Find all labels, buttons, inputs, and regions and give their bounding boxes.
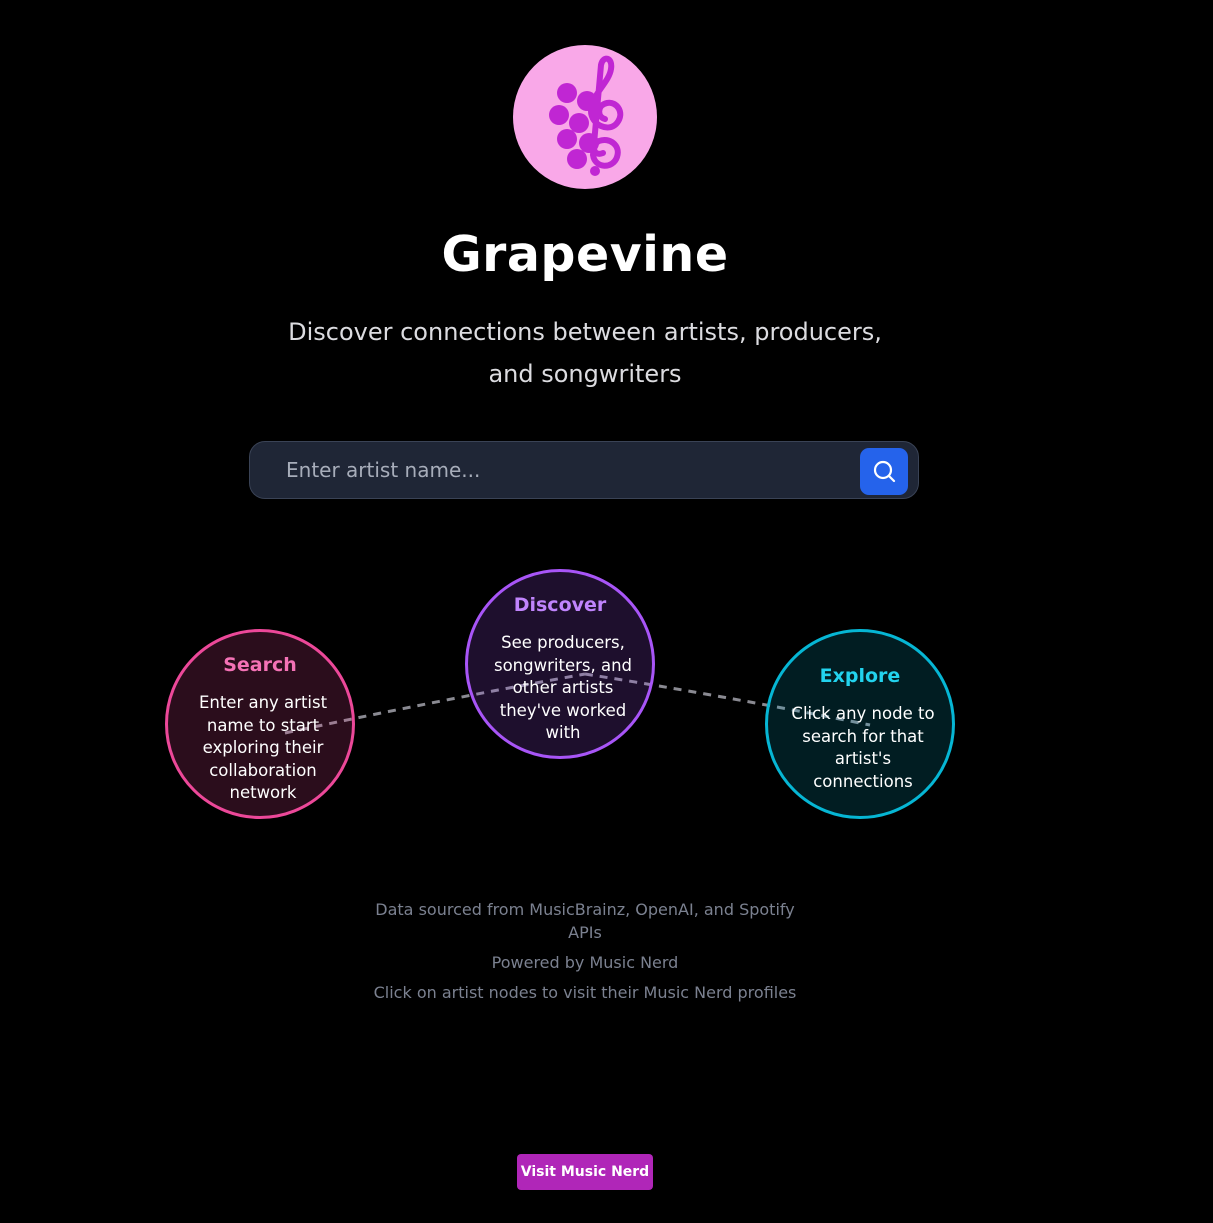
step-title-discover: Discover <box>513 594 607 616</box>
step-title-search: Search <box>223 654 297 676</box>
step-node-discover: Discover See producers, songwriters, and… <box>465 569 655 759</box>
step-text-explore: Click any node to search for that artist… <box>791 704 935 791</box>
step-title-explore: Explore <box>819 665 901 687</box>
step-text-discover: See producers, songwriters, and other ar… <box>493 633 633 742</box>
step-node-search: Search Enter any artist name to start ex… <box>165 629 355 819</box>
step-text-search: Enter any artist name to start exploring… <box>198 693 328 802</box>
step-node-explore: Explore Click any node to search for tha… <box>765 629 955 819</box>
landing-page: Grapevine Discover connections between a… <box>0 0 1213 1223</box>
visit-music-nerd-button[interactable]: Visit Music Nerd <box>517 1154 653 1190</box>
powered-by-note: Powered by Music Nerd <box>491 953 679 972</box>
artist-nodes-hint: Click on artist nodes to visit their Mus… <box>373 983 797 1002</box>
data-sources-note: Data sourced from MusicBrainz, OpenAI, a… <box>375 900 795 942</box>
